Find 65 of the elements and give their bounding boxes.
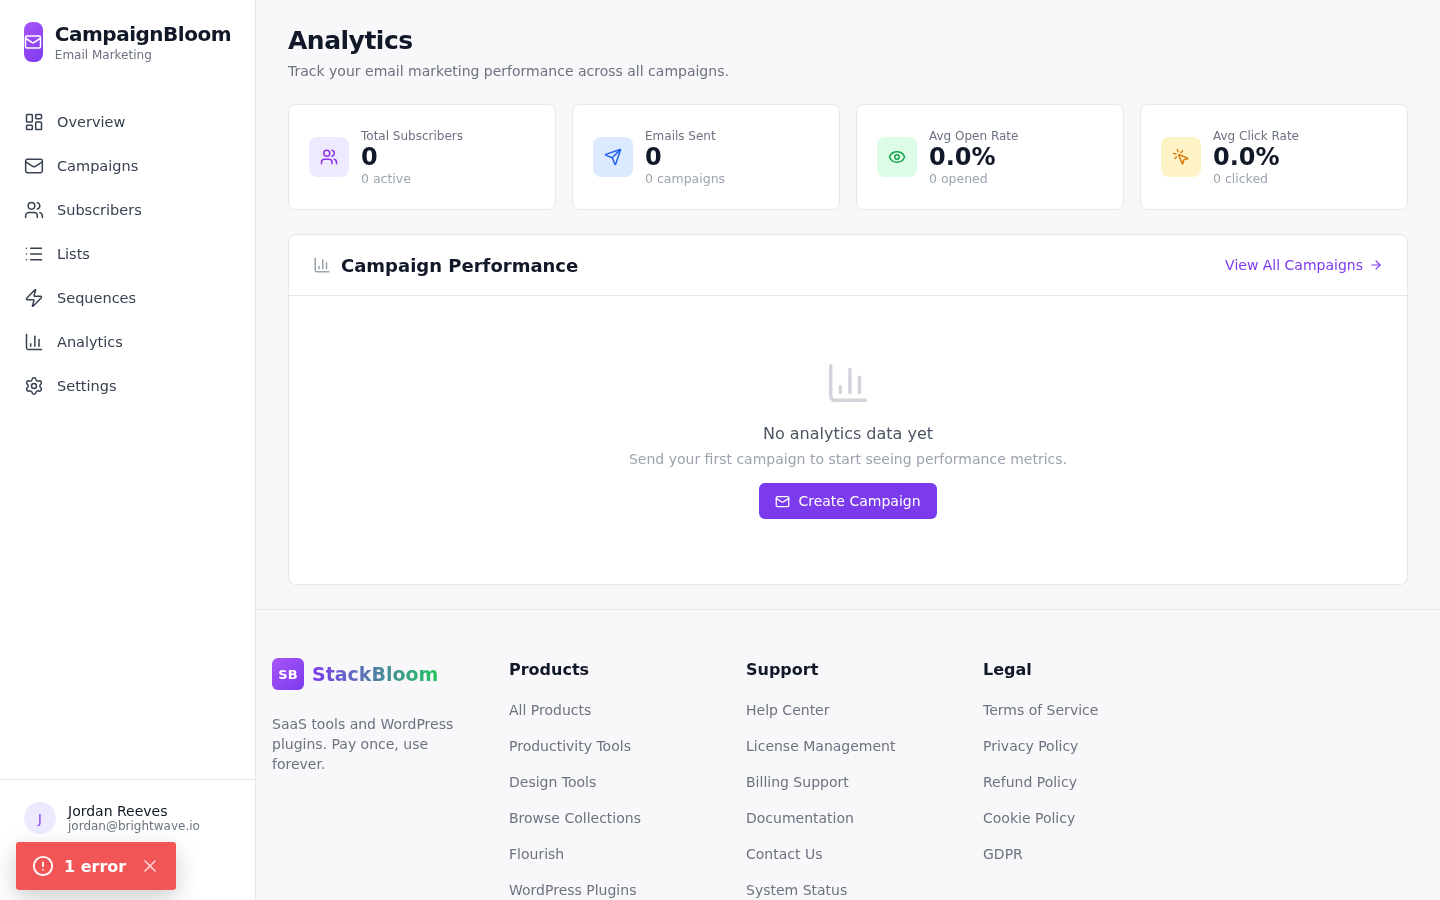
settings-icon (24, 376, 44, 396)
stat-label: Emails Sent (645, 128, 717, 143)
footer-heading: Legal (983, 659, 1033, 679)
footer-link[interactable]: Terms of Service (983, 701, 1220, 719)
stat-note: 0 opened (929, 170, 989, 186)
envelope-icon (775, 493, 791, 509)
grid-icon (24, 112, 44, 132)
footer-link[interactable]: Cookie Policy (983, 809, 1220, 827)
footer-heading: Support (746, 659, 820, 679)
footer-link[interactable]: WordPress Plugins (509, 881, 746, 899)
footer-link[interactable]: Privacy Policy (983, 737, 1220, 755)
footer-heading: Products (509, 659, 591, 679)
lightning-icon (24, 288, 44, 308)
footer-link[interactable]: Billing Support (746, 773, 983, 791)
footer-link[interactable]: Documentation (746, 809, 983, 827)
bar-chart-icon (313, 256, 331, 274)
brand-name: CampaignBloom (54, 22, 231, 46)
envelope-icon (24, 156, 44, 176)
people-icon (24, 200, 44, 220)
alert-icon (32, 855, 54, 877)
stat-label: Avg Open Rate (929, 128, 1019, 143)
footer-blurb: SaaS tools and WordPress plugins. Pay once, use forever. (272, 715, 455, 774)
nav-item[interactable]: Lists (12, 232, 243, 276)
user-email: jordan@brightwave.io (68, 819, 200, 833)
stat-value: 0 (645, 142, 663, 171)
page-title: Analytics (288, 26, 414, 55)
create-campaign-button[interactable]: Create Campaign (759, 483, 937, 519)
footer-link[interactable]: Flourish (509, 845, 746, 863)
list-icon (24, 244, 44, 264)
footer-link[interactable]: Help Center (746, 701, 983, 719)
footer-link[interactable]: System Status (746, 881, 983, 899)
footer-link[interactable]: License Management (746, 737, 983, 755)
empty-text: Send your first campaign to start seeing performance metrics. (628, 451, 1067, 467)
footer-link[interactable]: Productivity Tools (509, 737, 746, 755)
page-subtitle: Track your email marketing performance across all campaigns. (288, 63, 730, 79)
stat-value: 0 (361, 142, 379, 171)
stat-note: 0 campaigns (645, 170, 726, 186)
nav-item[interactable]: Subscribers (12, 188, 243, 232)
error-count: 1 error (64, 856, 128, 876)
nav-item[interactable]: Settings (12, 364, 243, 408)
user-name: Jordan Reeves (68, 803, 169, 819)
footer-link[interactable]: Browse Collections (509, 809, 746, 827)
stat-value: 0.0% (1213, 142, 1281, 171)
nav-item[interactable]: Campaigns (12, 144, 243, 188)
footer-link[interactable]: Refund Policy (983, 773, 1220, 791)
footer-link[interactable]: GDPR (983, 845, 1220, 863)
footer-link[interactable]: Design Tools (509, 773, 746, 791)
panel-title: Campaign Performance (341, 254, 580, 276)
brand-tagline: Email Marketing (54, 48, 153, 62)
user-avatar: J (24, 802, 56, 834)
stat-note: 0 active (361, 170, 412, 186)
view-all-link[interactable]: View All Campaigns (1225, 257, 1383, 273)
stat-label: Avg Click Rate (1213, 128, 1299, 143)
nav-item[interactable]: Sequences (12, 276, 243, 320)
stat-note: 0 clicked (1213, 170, 1270, 186)
stat-value: 0.0% (929, 142, 997, 171)
footer-link[interactable]: Contact Us (746, 845, 983, 863)
footer-logo-icon: SB (272, 658, 304, 690)
footer-link[interactable]: All Products (509, 701, 746, 719)
nav-item[interactable]: Analytics (12, 320, 243, 364)
bar-chart-icon (24, 332, 44, 352)
logo-icon (24, 22, 43, 62)
empty-title: No analytics data yet (762, 424, 934, 443)
nav-item[interactable]: Overview (12, 100, 243, 144)
stat-label: Total Subscribers (361, 128, 463, 143)
